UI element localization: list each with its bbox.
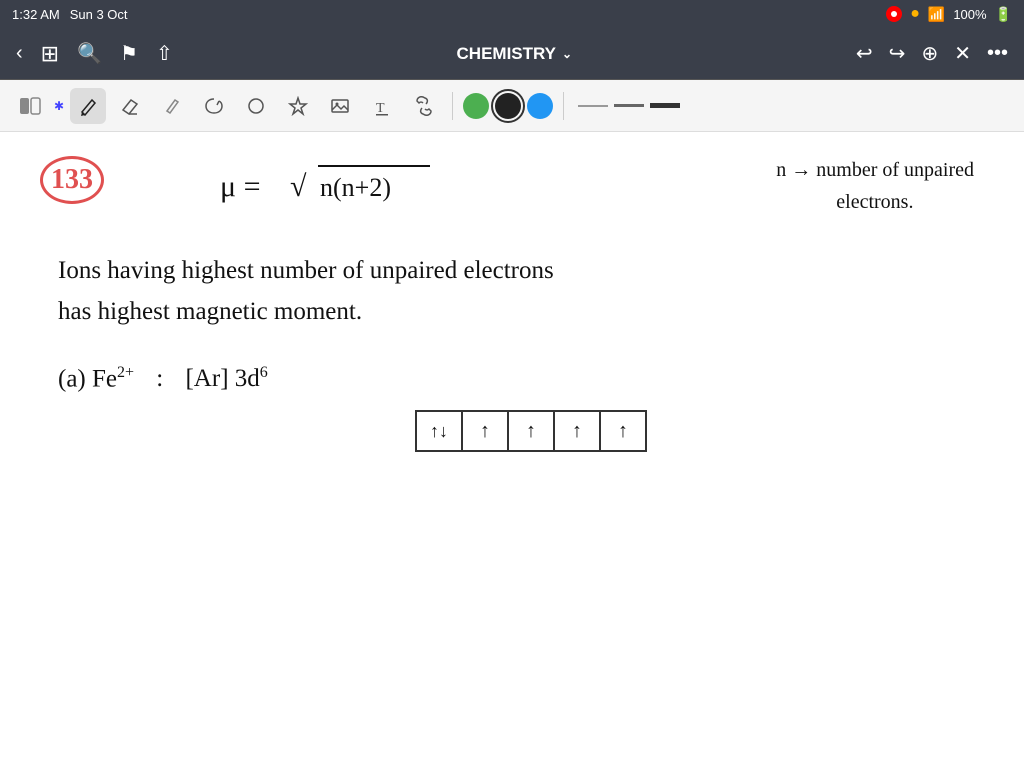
line-thick[interactable] xyxy=(650,103,680,108)
svg-text:μ =: μ = xyxy=(220,170,261,203)
orbital-box-5: ↑ xyxy=(599,410,647,452)
eraser-btn[interactable] xyxy=(112,88,148,124)
date: Sun 3 Oct xyxy=(70,7,128,22)
text-btn[interactable]: T xyxy=(364,88,400,124)
config-superscript: 6 xyxy=(260,364,268,381)
redo-button[interactable]: ↪ xyxy=(889,41,906,66)
color-black[interactable] xyxy=(495,93,521,119)
doc-title: CHEMISTRY xyxy=(457,44,557,64)
orbital-boxes: ↑↓ ↑ ↑ ↑ ↑ xyxy=(415,410,647,452)
line-thin[interactable] xyxy=(578,105,608,107)
svg-text:√: √ xyxy=(290,170,307,203)
battery-icon: 🔋 xyxy=(995,6,1012,23)
orbital-box-3: ↑ xyxy=(507,410,555,452)
line-medium[interactable] xyxy=(614,104,644,107)
n-definition: n → number of unpaired electrons. xyxy=(776,154,974,218)
color-green[interactable] xyxy=(463,93,489,119)
battery-percent: 100% xyxy=(953,7,986,22)
nav-center: CHEMISTRY ⌄ xyxy=(457,44,573,64)
dot-icon: ● xyxy=(910,5,920,23)
bluetooth-icon: ✱ xyxy=(54,99,64,113)
orbital-boxes-container: ↑↓ ↑ ↑ ↑ ↑ xyxy=(415,410,647,452)
content-area: 133 μ = √ n(n+2) n → number of unpaired … xyxy=(0,132,1024,768)
separator-2 xyxy=(563,92,564,120)
toolbar: ✱ T xyxy=(0,80,1024,132)
bookmark-icon[interactable]: ⚑ xyxy=(120,41,138,66)
pen-btn[interactable] xyxy=(70,88,106,124)
close-button[interactable]: ✕ xyxy=(954,41,971,66)
orbital-box-1: ↑↓ xyxy=(415,410,463,452)
back-button[interactable]: ‹ xyxy=(16,42,23,65)
status-bar: 1:32 AM Sun 3 Oct ● 📶 100% 🔋 xyxy=(0,0,1024,28)
title-chevron[interactable]: ⌄ xyxy=(562,47,572,61)
add-page-button[interactable]: ⊕ xyxy=(921,41,938,66)
orbital-box-4: ↑ xyxy=(553,410,601,452)
formula-display: μ = √ n(n+2) xyxy=(220,158,480,218)
lasso-btn[interactable] xyxy=(196,88,232,124)
status-right: ● 📶 100% 🔋 xyxy=(886,5,1012,23)
image-btn[interactable] xyxy=(322,88,358,124)
shape-btn[interactable] xyxy=(238,88,274,124)
search-icon[interactable]: 🔍 xyxy=(77,41,102,66)
share-icon[interactable]: ⇧ xyxy=(156,41,173,66)
star-btn[interactable] xyxy=(280,88,316,124)
nav-left: ‹ ⊞ 🔍 ⚑ ⇧ xyxy=(16,41,173,67)
paragraph-text: Ions having highest number of unpaired e… xyxy=(58,250,554,333)
orbital-box-2: ↑ xyxy=(461,410,509,452)
record-icon xyxy=(886,6,902,22)
link-btn[interactable] xyxy=(406,88,442,124)
time: 1:32 AM xyxy=(12,7,60,22)
highlighter-btn[interactable] xyxy=(154,88,190,124)
color-blue[interactable] xyxy=(527,93,553,119)
fe-superscript: 2+ xyxy=(117,364,134,381)
question-label: (a) Fe2+ : [Ar] 3d6 xyxy=(58,364,268,393)
undo-button[interactable]: ↩ xyxy=(856,41,873,66)
grid-icon[interactable]: ⊞ xyxy=(41,41,59,67)
sidebar-toggle-btn[interactable] xyxy=(12,88,48,124)
separator-1 xyxy=(452,92,453,120)
config-text: [Ar] 3d xyxy=(185,365,259,392)
nav-right: ↩ ↪ ⊕ ✕ ••• xyxy=(856,41,1008,66)
nav-bar: ‹ ⊞ 🔍 ⚑ ⇧ CHEMISTRY ⌄ ↩ ↪ ⊕ ✕ ••• xyxy=(0,28,1024,80)
page-number: 133 xyxy=(40,156,104,204)
svg-text:n(n+2): n(n+2) xyxy=(320,173,391,202)
svg-text:T: T xyxy=(376,101,385,116)
status-left: 1:32 AM Sun 3 Oct xyxy=(12,7,128,22)
wifi-icon: 📶 xyxy=(928,6,945,23)
more-button[interactable]: ••• xyxy=(987,42,1008,65)
